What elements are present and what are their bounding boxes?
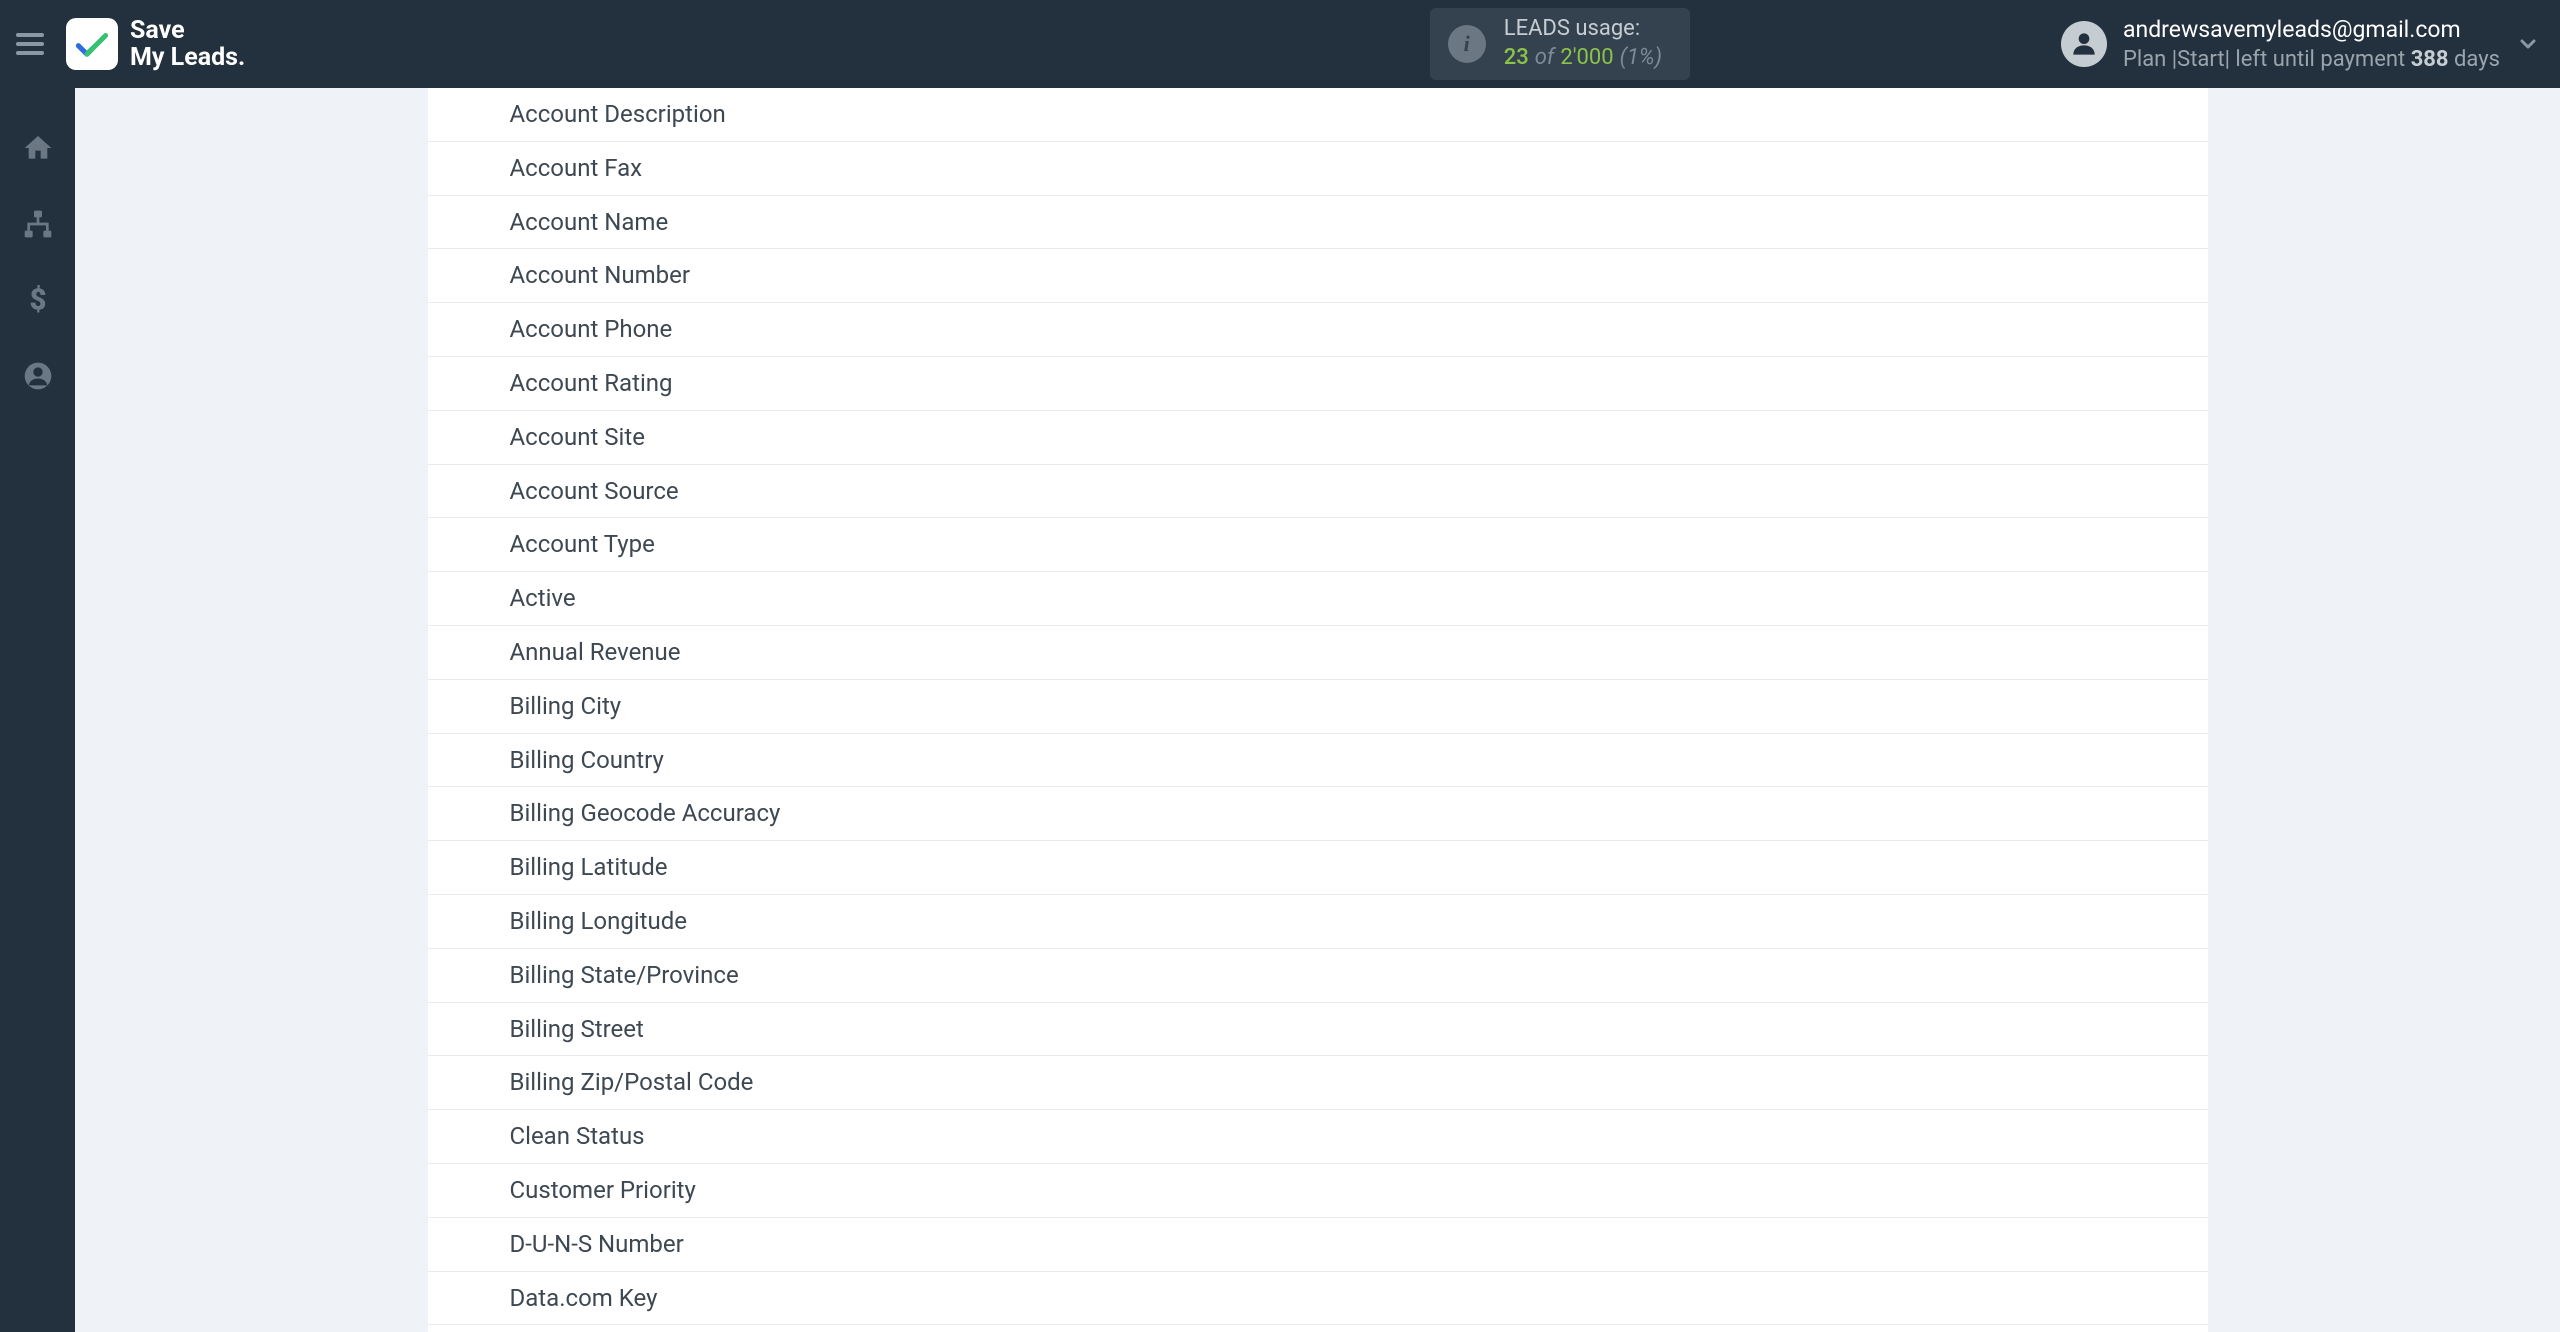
content-area: Account DescriptionAccount FaxAccount Na… — [75, 88, 2560, 1332]
field-row[interactable]: Account Description — [428, 88, 2208, 142]
field-row[interactable]: Account Type — [428, 518, 2208, 572]
usage-text: LEADS usage: 23 of 2'000 (1%) — [1504, 15, 1662, 72]
leads-usage-panel[interactable]: i LEADS usage: 23 of 2'000 (1%) — [1430, 8, 1690, 80]
sidebar-item-home[interactable] — [18, 128, 58, 168]
field-row[interactable]: Account Fax — [428, 142, 2208, 196]
field-list-panel: Account DescriptionAccount FaxAccount Na… — [428, 88, 2208, 1332]
sidebar-item-billing[interactable]: $ — [18, 280, 58, 320]
usage-of: of — [1535, 44, 1555, 73]
field-row[interactable]: Customer Priority — [428, 1164, 2208, 1218]
usage-current: 23 — [1504, 44, 1529, 73]
field-row[interactable]: Employees — [428, 1325, 2208, 1332]
chevron-down-icon[interactable] — [2516, 32, 2540, 56]
field-row[interactable]: Active — [428, 572, 2208, 626]
account-email: andrewsavemyleads@gmail.com — [2123, 14, 2500, 45]
field-row[interactable]: D-U-N-S Number — [428, 1218, 2208, 1272]
field-row[interactable]: Billing Street — [428, 1003, 2208, 1057]
field-row[interactable]: Account Site — [428, 411, 2208, 465]
field-row[interactable]: Account Phone — [428, 303, 2208, 357]
logo-text: Save My Leads. — [130, 17, 245, 72]
field-row[interactable]: Billing Latitude — [428, 841, 2208, 895]
field-row[interactable]: Billing Longitude — [428, 895, 2208, 949]
sidebar: $ — [0, 88, 75, 1332]
field-list: Account DescriptionAccount FaxAccount Na… — [428, 88, 2208, 1332]
sidebar-item-account[interactable] — [18, 356, 58, 396]
app-header: Save My Leads. i LEADS usage: 23 of 2'00… — [0, 0, 2560, 88]
account-text: andrewsavemyleads@gmail.com Plan |Start|… — [2123, 14, 2500, 75]
field-row[interactable]: Account Number — [428, 249, 2208, 303]
field-row[interactable]: Billing Country — [428, 734, 2208, 788]
field-row[interactable]: Billing Zip/Postal Code — [428, 1056, 2208, 1110]
field-row[interactable]: Account Name — [428, 196, 2208, 250]
main-layout: $ Account DescriptionAccount FaxAccount … — [0, 88, 2560, 1332]
account-area[interactable]: andrewsavemyleads@gmail.com Plan |Start|… — [2061, 8, 2500, 80]
field-row[interactable]: Billing State/Province — [428, 949, 2208, 1003]
field-row[interactable]: Account Rating — [428, 357, 2208, 411]
svg-text:$: $ — [29, 284, 46, 316]
info-icon: i — [1448, 25, 1486, 63]
logo[interactable]: Save My Leads. — [66, 17, 245, 72]
field-row[interactable]: Account Source — [428, 465, 2208, 519]
account-plan: Plan |Start| left until payment 388 days — [2123, 45, 2500, 75]
avatar-icon — [2061, 21, 2107, 67]
usage-label: LEADS usage: — [1504, 15, 1662, 44]
menu-toggle-button[interactable] — [16, 26, 52, 62]
usage-percentage: (1%) — [1620, 44, 1662, 73]
usage-total: 2'000 — [1560, 44, 1613, 73]
field-row[interactable]: Annual Revenue — [428, 626, 2208, 680]
logo-icon — [66, 18, 118, 70]
sidebar-item-connections[interactable] — [18, 204, 58, 244]
field-row[interactable]: Clean Status — [428, 1110, 2208, 1164]
field-row[interactable]: Billing Geocode Accuracy — [428, 787, 2208, 841]
field-row[interactable]: Billing City — [428, 680, 2208, 734]
field-row[interactable]: Data.com Key — [428, 1272, 2208, 1326]
